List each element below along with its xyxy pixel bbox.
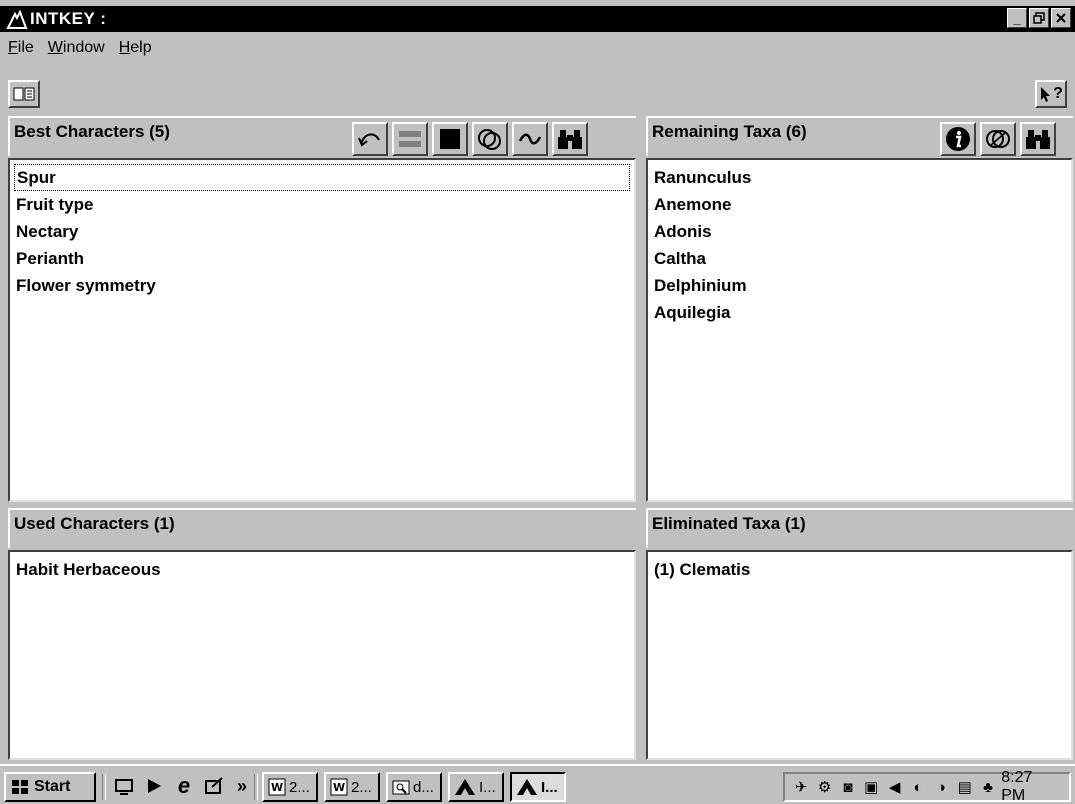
list-item[interactable]: Habit Herbaceous bbox=[14, 556, 630, 583]
undo-arrow-icon bbox=[358, 133, 380, 147]
minimize-button[interactable]: _ bbox=[1007, 8, 1027, 28]
used-characters-header: Used Characters (1) bbox=[8, 508, 636, 548]
tray-app-icon-4[interactable]: ◐ bbox=[908, 777, 928, 797]
window-title: INTKEY : bbox=[30, 9, 107, 28]
remaining-taxa-header: Remaining Taxa (6) bbox=[646, 116, 1073, 156]
word-document-icon: W bbox=[268, 778, 286, 796]
used-characters-title: Used Characters (1) bbox=[14, 514, 175, 533]
taskbar-separator bbox=[254, 774, 258, 800]
taskbar-clock: 8:27 PM bbox=[1001, 769, 1033, 804]
title-bar: INTKEY : _ bbox=[0, 6, 1075, 32]
tray-volume-icon[interactable]: ◀ bbox=[884, 777, 904, 797]
overlapping-circles-icon bbox=[478, 129, 501, 150]
information-button[interactable] bbox=[940, 122, 976, 156]
tray-network-icon[interactable]: ▣ bbox=[861, 777, 881, 797]
menu-window[interactable]: Window bbox=[48, 39, 105, 57]
book-icon bbox=[13, 87, 35, 101]
list-item[interactable]: Caltha bbox=[652, 245, 1067, 272]
intkey-logo-icon bbox=[455, 779, 475, 795]
find-character-button[interactable] bbox=[552, 122, 588, 156]
eliminated-taxa-panel: Eliminated Taxa (1) (1) Clematis bbox=[646, 508, 1073, 760]
close-button[interactable] bbox=[1051, 8, 1071, 28]
start-button[interactable]: Start bbox=[4, 772, 96, 802]
restore-icon bbox=[1033, 12, 1045, 24]
quicklaunch-overflow-chevron[interactable]: » bbox=[230, 774, 254, 798]
svg-text:W: W bbox=[271, 781, 283, 794]
tolerance-button[interactable] bbox=[512, 122, 548, 156]
differences-circles-icon bbox=[986, 130, 1010, 148]
taskbar-task-explorer[interactable]: d... bbox=[386, 772, 442, 802]
taskbar-separator bbox=[102, 774, 106, 800]
list-item[interactable]: Ranunculus bbox=[652, 164, 1067, 191]
tray-app-icon-3[interactable]: ◙ bbox=[838, 777, 858, 797]
list-item[interactable]: (1) Clematis bbox=[652, 556, 1067, 583]
start-label: Start bbox=[34, 778, 71, 795]
eliminated-taxa-list[interactable]: (1) Clematis bbox=[646, 550, 1073, 760]
differences-button[interactable] bbox=[980, 122, 1016, 156]
system-tray: ✈ ⚙ ◙ ▣ ◀ ◐ ◑ ▤ ♣ 8:27 PM bbox=[783, 769, 1071, 804]
list-item[interactable]: Nectary bbox=[14, 218, 630, 245]
list-item[interactable]: Fruit type bbox=[14, 191, 630, 218]
help-question-mark: ? bbox=[1053, 85, 1063, 102]
word-document-icon: W bbox=[330, 778, 348, 796]
tray-app-icon-2[interactable]: ⚙ bbox=[814, 777, 834, 797]
best-characters-panel: Best Characters (5) Spur Fruit type Nect… bbox=[8, 116, 636, 502]
help-pointer-icon bbox=[1041, 87, 1051, 102]
intkey-logo-icon bbox=[6, 9, 28, 29]
list-item[interactable]: Spur bbox=[14, 164, 630, 191]
quicklaunch-desktop-icon[interactable] bbox=[112, 774, 136, 798]
menu-file[interactable]: File bbox=[8, 39, 34, 57]
list-item[interactable]: Aquilegia bbox=[652, 299, 1067, 326]
remaining-taxa-list[interactable]: Ranunculus Anemone Adonis Caltha Delphin… bbox=[646, 158, 1073, 502]
list-item[interactable]: Flower symmetry bbox=[14, 272, 630, 299]
tray-app-icon-5[interactable]: ◑ bbox=[931, 777, 951, 797]
tilde-icon bbox=[518, 133, 542, 145]
binoculars-icon bbox=[558, 130, 582, 149]
list-item[interactable]: Delphinium bbox=[652, 272, 1067, 299]
info-icon bbox=[946, 127, 970, 151]
used-characters-list[interactable]: Habit Herbaceous bbox=[8, 550, 636, 760]
taskbar-task-intkey-1[interactable]: I... bbox=[448, 772, 504, 802]
taskbar-task-word-2[interactable]: W 2... bbox=[324, 772, 380, 802]
list-item[interactable]: Adonis bbox=[652, 218, 1067, 245]
separate-button[interactable] bbox=[392, 122, 428, 156]
intkey-logo-icon bbox=[517, 779, 537, 795]
separate-bars-icon bbox=[399, 131, 421, 147]
restart-button[interactable] bbox=[352, 122, 388, 156]
remaining-taxa-title: Remaining Taxa (6) bbox=[652, 122, 807, 141]
similarities-button[interactable] bbox=[472, 122, 508, 156]
menu-help[interactable]: Help bbox=[119, 39, 152, 57]
quicklaunch-internet-explorer-icon[interactable]: e bbox=[172, 773, 196, 798]
best-characters-title: Best Characters (5) bbox=[14, 122, 170, 141]
tray-keyboard-icon[interactable]: ▤ bbox=[955, 777, 975, 797]
eliminated-taxa-title: Eliminated Taxa (1) bbox=[652, 514, 806, 533]
quicklaunch-media-player-icon[interactable] bbox=[142, 774, 166, 798]
best-characters-header: Best Characters (5) bbox=[8, 116, 636, 156]
binoculars-icon bbox=[1026, 130, 1050, 149]
list-item[interactable]: Anemone bbox=[652, 191, 1067, 218]
search-folder-icon bbox=[392, 780, 410, 795]
filled-square-icon bbox=[440, 129, 460, 149]
tray-app-icon-1[interactable]: ✈ bbox=[791, 777, 811, 797]
list-item[interactable]: Perianth bbox=[14, 245, 630, 272]
eliminated-taxa-header: Eliminated Taxa (1) bbox=[646, 508, 1073, 548]
remaining-taxa-panel: Remaining Taxa (6) Ranunculus Anemone Ad… bbox=[646, 116, 1073, 502]
quicklaunch-outlook-icon[interactable] bbox=[202, 774, 226, 798]
find-taxon-button[interactable] bbox=[1020, 122, 1056, 156]
taskbar: Start e » W 2... W 2... d... I... I... ✈… bbox=[0, 764, 1075, 804]
svg-text:W: W bbox=[333, 781, 345, 794]
menu-bar: File Window Help bbox=[0, 36, 152, 60]
best-characters-list[interactable]: Spur Fruit type Nectary Perianth Flower … bbox=[8, 158, 636, 502]
close-icon bbox=[1056, 13, 1066, 23]
taskbar-task-intkey-active[interactable]: I... bbox=[510, 772, 566, 802]
used-characters-panel: Used Characters (1) Habit Herbaceous bbox=[8, 508, 636, 760]
windows-logo-icon bbox=[12, 780, 28, 794]
restore-button[interactable] bbox=[1029, 8, 1049, 28]
taskbar-task-word-1[interactable]: W 2... bbox=[262, 772, 318, 802]
select-button[interactable] bbox=[432, 122, 468, 156]
notes-button[interactable] bbox=[8, 80, 40, 108]
context-help-button[interactable]: ? bbox=[1035, 80, 1067, 108]
tray-users-icon[interactable]: ♣ bbox=[978, 777, 998, 797]
